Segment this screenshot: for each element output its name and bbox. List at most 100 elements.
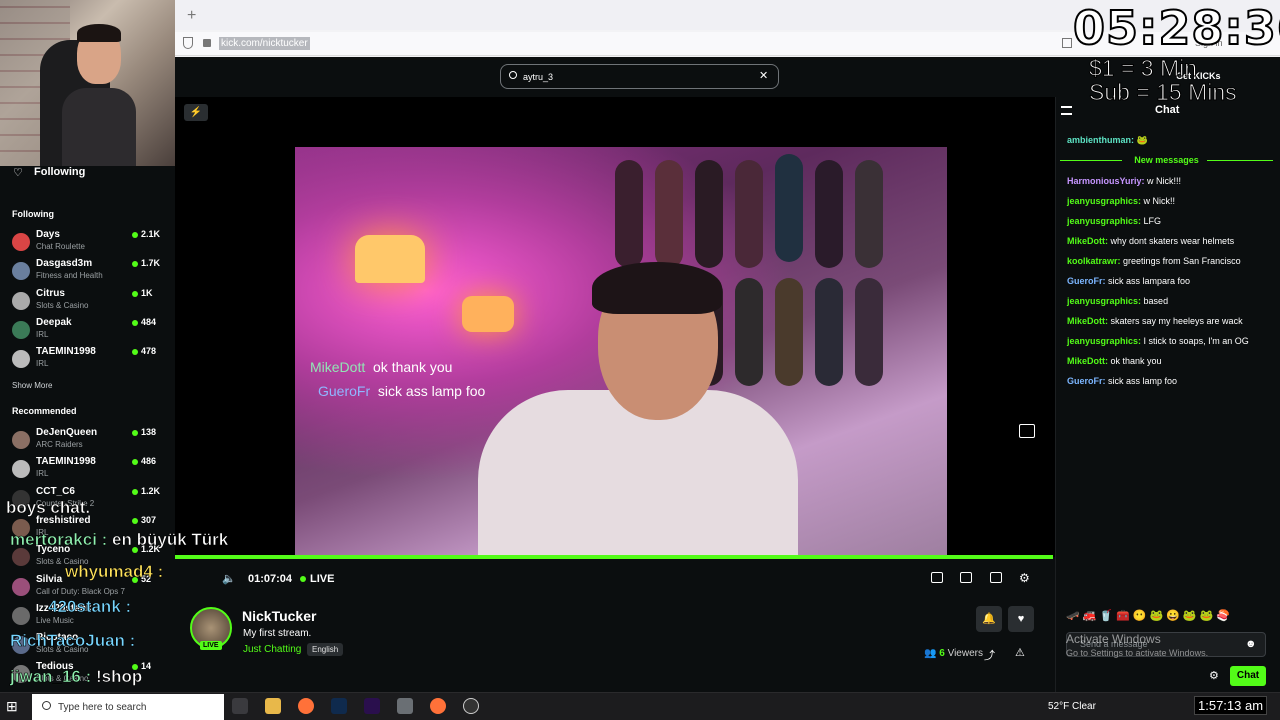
elapsed-time: 01:07:04	[248, 573, 293, 585]
emoji-picker-icon[interactable]: ☻	[1245, 638, 1257, 650]
notification-bell-button[interactable]: 🔔	[976, 606, 1002, 632]
new-tab-button[interactable]: +	[187, 7, 196, 25]
share-icon[interactable]: ⤴	[984, 647, 995, 663]
activate-windows-subtext: Go to Settings to activate Windows.	[1066, 648, 1209, 658]
streamer-name[interactable]: NickTucker	[242, 608, 316, 624]
chat-settings-icon[interactable]: ⚙	[1209, 669, 1219, 682]
chat-send-button[interactable]: Chat	[1230, 666, 1266, 686]
chat-message: GueroFr: sick ass lampara foo	[1067, 276, 1190, 286]
shield-icon[interactable]	[183, 37, 193, 49]
task-view-icon[interactable]	[232, 698, 248, 714]
kick-logo-icon[interactable]: ⚡	[184, 104, 208, 121]
stream-category-link[interactable]: Just Chatting	[243, 644, 301, 655]
live-dot-icon	[132, 349, 138, 356]
sidebar-channel[interactable]: Days Chat Roulette 2.1K	[12, 229, 162, 255]
chat-message: MikeDott: why dont skaters wear helmets	[1067, 236, 1234, 246]
donation-rate: $1 = 3 Min	[1088, 55, 1198, 81]
channel-avatar	[12, 431, 30, 449]
person-hair	[592, 262, 722, 314]
channel-name: Deepak	[36, 316, 72, 328]
chat-message: HarmoniousYuriy: w Nick!!!	[1067, 176, 1181, 186]
chat-text: greetings from San Francisco	[1123, 256, 1241, 266]
chat-text: I stick to soaps, I'm an OG	[1143, 336, 1249, 346]
chat-username[interactable]: koolkatrawr:	[1067, 256, 1121, 266]
sidebar-channel[interactable]: DeJenQueen ARC Raiders 138	[12, 427, 162, 453]
lock-icon[interactable]	[203, 39, 211, 47]
chat-username[interactable]: HarmoniousYuriy:	[1067, 176, 1145, 186]
live-label: LIVE	[310, 573, 335, 585]
webcam-person-body	[62, 88, 136, 166]
channel-category: Fitness and Health	[36, 271, 103, 281]
chat-text: why dont skaters wear helmets	[1110, 236, 1235, 246]
chat-username[interactable]: jeanyusgraphics:	[1067, 336, 1141, 346]
sidebar-channel[interactable]: Citrus Slots & Casino 1K	[12, 288, 162, 314]
system-clock[interactable]: 1:57:13 am	[1194, 696, 1268, 715]
chat-message: MikeDott: ok thank you	[1067, 356, 1162, 366]
chat-username[interactable]: MikeDott:	[1067, 236, 1108, 246]
sidebar-channel[interactable]: Dasgasd3m Fitness and Health 1.7K	[12, 258, 162, 284]
premiere-icon[interactable]	[364, 698, 380, 714]
file-explorer-icon[interactable]	[265, 698, 281, 714]
firefox-icon[interactable]	[298, 698, 314, 714]
chat-username[interactable]: jeanyusgraphics:	[1067, 196, 1141, 206]
volume-icon[interactable]: 🔈	[222, 572, 236, 585]
search-icon	[509, 71, 517, 79]
live-dot-icon	[132, 459, 138, 466]
recommended-header: Recommended	[12, 406, 77, 416]
windows-start-icon[interactable]: ⊞	[6, 698, 18, 715]
popout-icon[interactable]	[1019, 424, 1035, 438]
chat-username[interactable]: MikeDott:	[1067, 316, 1108, 326]
language-tag[interactable]: English	[307, 643, 344, 656]
chat-username[interactable]: GueroFr:	[1067, 276, 1106, 286]
channel-category: Call of Duty: Black Ops 7	[36, 586, 125, 596]
fullscreen-icon[interactable]	[990, 572, 1002, 583]
url-text[interactable]: kick.com/nicktucker	[219, 37, 310, 50]
channel-viewers: 138	[141, 427, 157, 437]
following-header: Following	[12, 209, 54, 219]
chat-username[interactable]: jeanyusgraphics:	[1067, 296, 1141, 306]
sidebar-channel[interactable]: TAEMIN1998 IRL 486	[12, 456, 162, 482]
overlay-chat-line: RichTacoJuan :	[10, 631, 136, 651]
chat-collapse-icon[interactable]	[1061, 106, 1072, 115]
clip-icon[interactable]	[931, 572, 943, 583]
heart-icon: ♡	[13, 167, 23, 179]
report-warning-icon[interactable]: ⚠	[1015, 646, 1025, 659]
chat-message: jeanyusgraphics: based	[1067, 296, 1168, 306]
chat-username[interactable]: GueroFr:	[1067, 376, 1106, 386]
live-dot-icon	[132, 290, 138, 297]
firefox-active-icon[interactable]	[430, 698, 446, 714]
taskbar-search-placeholder[interactable]: Type here to search	[58, 702, 146, 713]
theater-mode-icon[interactable]	[960, 572, 972, 583]
overlay-chat-user: RichTacoJuan :	[10, 631, 136, 651]
chat-message: jeanyusgraphics: LFG	[1067, 216, 1161, 226]
following-nav[interactable]: Following	[34, 166, 85, 178]
channel-avatar	[12, 606, 30, 625]
viewer-count: 👥 6 Viewers	[924, 648, 983, 659]
app-icon[interactable]	[397, 698, 413, 714]
photoshop-icon[interactable]	[331, 698, 347, 714]
sidebar-channel[interactable]: TAEMIN1998 IRL 478	[12, 346, 162, 372]
settings-gear-icon[interactable]: ⚙	[1019, 571, 1030, 585]
weather-widget[interactable]: 52°F Clear	[1048, 701, 1096, 712]
clear-search-icon[interactable]: ✕	[759, 69, 768, 82]
lamp-light	[355, 235, 425, 283]
channel-avatar	[12, 233, 30, 251]
obs-icon[interactable]	[463, 698, 479, 714]
show-more-link[interactable]: Show More	[12, 381, 52, 390]
chat-text: w Nick!!	[1143, 196, 1176, 206]
chat-username[interactable]: MikeDott:	[1067, 356, 1108, 366]
live-dot-icon	[132, 488, 138, 495]
overlay-chat-text: boys chat.	[6, 498, 91, 518]
download-icon[interactable]	[1062, 38, 1072, 48]
overlay-chat-line: whyumad4 :	[65, 562, 164, 582]
sidebar-channel[interactable]: Deepak IRL 484	[12, 317, 162, 343]
search-value[interactable]: aytru_3	[523, 72, 553, 82]
lamp-light	[462, 296, 514, 332]
divider	[1207, 160, 1273, 161]
channel-avatar	[12, 350, 30, 369]
chat-username[interactable]: jeanyusgraphics:	[1067, 216, 1141, 226]
emote-bar[interactable]: 🛹🚒🥤🧰😶🐸😀🐸🐸🍣	[1066, 609, 1233, 622]
webcam-person-hair	[77, 24, 121, 42]
channel-category: IRL	[36, 359, 49, 369]
follow-heart-button[interactable]: ♥	[1008, 606, 1034, 632]
